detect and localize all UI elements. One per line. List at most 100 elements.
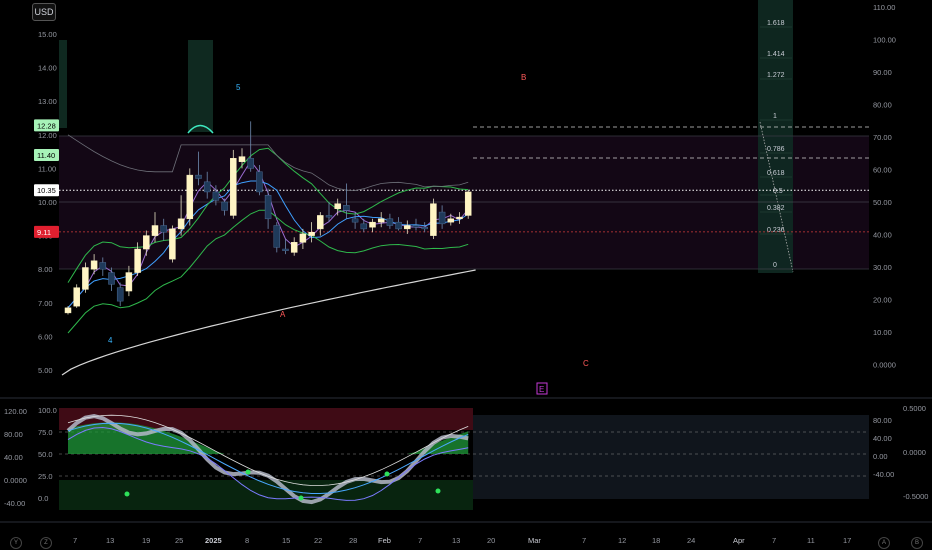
candle-body xyxy=(343,205,350,211)
time-tick-label: Feb xyxy=(378,536,391,545)
candle-body xyxy=(82,267,89,290)
candle-body xyxy=(264,195,272,220)
price-label-text: 10.35 xyxy=(37,186,56,195)
wave-label-4: 4 xyxy=(108,336,113,345)
time-tick-label: Apr xyxy=(733,536,745,545)
percent-tick-label: 40.00 xyxy=(873,231,892,240)
time-tick-label: 28 xyxy=(349,536,357,545)
candle-body xyxy=(151,225,159,236)
time-tick-label: 15 xyxy=(282,536,290,545)
purple-zone xyxy=(59,136,869,269)
candle-body xyxy=(290,242,298,253)
price-tick-label: 8.00 xyxy=(38,265,53,274)
oscillator-right-tick: 80.00 xyxy=(873,416,892,425)
time-tick-label: 22 xyxy=(314,536,322,545)
price-label-text: 9.11 xyxy=(37,228,51,237)
oscillator-inner-tick: 100.0 xyxy=(38,406,57,415)
candle-body xyxy=(169,228,176,260)
candle-body xyxy=(125,272,133,292)
price-tick-label: 15.00 xyxy=(38,30,57,39)
time-tick-label: 13 xyxy=(106,536,114,545)
oversold-dot xyxy=(245,469,251,475)
wave-label-c: C xyxy=(583,359,589,368)
candle-body xyxy=(203,181,211,193)
candle-body xyxy=(299,233,307,243)
candle-body xyxy=(230,158,237,216)
time-tick-label: 2025 xyxy=(205,536,222,545)
currency-button[interactable]: USD xyxy=(32,3,56,21)
oscillator-left-tick: 80.00 xyxy=(4,430,23,439)
percent-tick-label: 0.0000 xyxy=(873,361,896,370)
candle-body xyxy=(99,262,107,270)
candle-body xyxy=(369,221,376,228)
candle-body xyxy=(195,174,202,179)
auto-scale-button[interactable]: A xyxy=(878,537,890,549)
fib-level-label: 1.414 xyxy=(767,51,785,58)
price-tick-label: 5.00 xyxy=(38,366,53,375)
oscillator-right-tick: -40.00 xyxy=(873,470,894,479)
oscillator-inner-tick: 75.0 xyxy=(38,428,53,437)
candle-body xyxy=(438,211,446,225)
candle-body xyxy=(404,225,411,230)
candle-body xyxy=(247,158,254,169)
time-tick-label: 7 xyxy=(73,536,77,545)
oversold-dot xyxy=(435,488,441,494)
candle-body xyxy=(360,223,368,230)
candle-body xyxy=(282,248,289,251)
oscillator-left-tick: -40.00 xyxy=(4,499,25,508)
price-tick-label: 7.00 xyxy=(38,299,53,308)
fib-level-label: 0.618 xyxy=(767,170,785,177)
percent-tick-label: 30.00 xyxy=(873,263,892,272)
candle-body xyxy=(377,218,385,223)
time-tick-label: 24 xyxy=(687,536,695,545)
candle-body xyxy=(395,221,402,230)
time-tick-label: 12 xyxy=(618,536,626,545)
price-tick-label: 10.00 xyxy=(38,198,57,207)
oscillator-far-right-tick: 0.0000 xyxy=(903,448,926,457)
candle-body xyxy=(108,272,115,285)
price-tick-label: 13.00 xyxy=(38,97,57,106)
candle-body xyxy=(351,218,359,223)
wave-label-a: A xyxy=(280,310,286,319)
oscillator-inner-tick: 50.0 xyxy=(38,450,53,459)
time-tick-label: 20 xyxy=(487,536,495,545)
candle-body xyxy=(90,260,98,270)
percent-tick-label: 110.00 xyxy=(873,3,895,12)
timezone-y-button[interactable]: Y xyxy=(10,537,22,549)
time-tick-label: 17 xyxy=(843,536,851,545)
candle-body xyxy=(334,203,341,209)
wave-label-b: B xyxy=(521,73,526,82)
candle-body xyxy=(221,201,228,211)
bar-scale-button[interactable]: B xyxy=(911,537,923,549)
candle-body xyxy=(456,216,463,220)
candle-body xyxy=(386,218,394,226)
highlight-zone xyxy=(188,40,213,132)
time-tick-label: 19 xyxy=(142,536,150,545)
highlight-zone xyxy=(59,40,67,128)
fib-level-label: 0 xyxy=(773,262,777,269)
candle-body xyxy=(317,215,324,230)
candle-body xyxy=(421,226,428,230)
price-tick-label: 11.00 xyxy=(38,164,56,173)
percent-tick-label: 50.00 xyxy=(873,198,892,207)
chart-canvas[interactable]: 1.618 1.414 1.272 1 0.786 0.618 0.5 0.382 0.236 0… xyxy=(0,0,932,550)
percent-tick-label: 70.00 xyxy=(873,133,892,142)
candle-body xyxy=(308,231,315,236)
time-tick-label: 7 xyxy=(582,536,586,545)
percent-tick-label: 100.00 xyxy=(873,36,896,45)
time-tick-label: 8 xyxy=(245,536,249,545)
wave-label-e: E xyxy=(539,385,544,394)
oversold-zone xyxy=(59,480,473,510)
time-tick-label: 25 xyxy=(175,536,183,545)
candle-body xyxy=(256,171,263,193)
candle-body xyxy=(273,225,281,248)
candle-body xyxy=(186,174,194,220)
timezone-z-button[interactable]: Z xyxy=(40,537,52,549)
oscillator-far-right-tick: 0.5000 xyxy=(903,404,926,413)
time-tick-label: Mar xyxy=(528,536,541,545)
oversold-dot xyxy=(384,471,390,477)
percent-tick-label: 60.00 xyxy=(873,166,892,175)
candle-body xyxy=(430,203,437,236)
oscillator-right-tick: 0.00 xyxy=(873,452,888,461)
time-tick-label: 18 xyxy=(652,536,660,545)
